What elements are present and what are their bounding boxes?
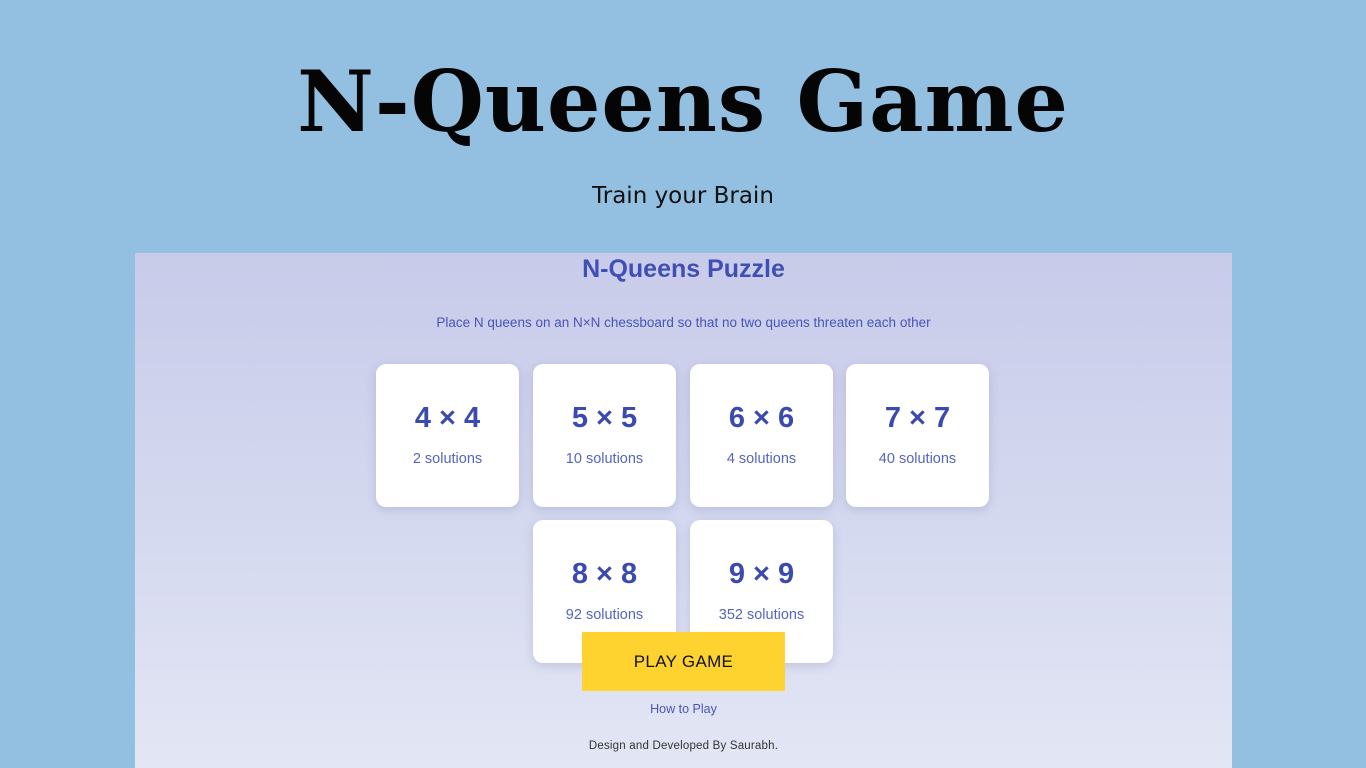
- board-size: 8 × 8: [571, 558, 638, 590]
- game-panel: N-Queens Puzzle Place N queens on an N×N…: [135, 253, 1232, 768]
- how-to-play-link[interactable]: How to Play: [135, 702, 1232, 716]
- board-card-4x4[interactable]: 4 × 4 2 solutions: [376, 364, 519, 507]
- board-solutions: 92 solutions: [565, 607, 644, 623]
- panel-description: Place N queens on an N×N chessboard so t…: [436, 315, 931, 330]
- board-size: 6 × 6: [728, 402, 795, 434]
- board-size: 5 × 5: [571, 402, 638, 434]
- board-solutions: 4 solutions: [726, 451, 797, 467]
- hero-subtitle: Train your Brain: [592, 183, 774, 209]
- board-size: 9 × 9: [728, 558, 795, 590]
- hero-title: N-Queens Game: [297, 52, 1069, 151]
- board-size: 4 × 4: [414, 402, 481, 434]
- footer-credit: Design and Developed By Saurabh.: [588, 740, 779, 752]
- panel-title: N-Queens Puzzle: [582, 255, 785, 283]
- board-size: 7 × 7: [884, 402, 951, 434]
- play-game-button[interactable]: PLAY GAME: [582, 632, 785, 691]
- board-solutions: 40 solutions: [878, 451, 957, 467]
- board-card-7x7[interactable]: 7 × 7 40 solutions: [846, 364, 989, 507]
- board-card-5x5[interactable]: 5 × 5 10 solutions: [533, 364, 676, 507]
- board-card-6x6[interactable]: 6 × 6 4 solutions: [690, 364, 833, 507]
- board-solutions: 10 solutions: [565, 451, 644, 467]
- board-solutions: 352 solutions: [718, 607, 805, 623]
- board-solutions: 2 solutions: [412, 451, 483, 467]
